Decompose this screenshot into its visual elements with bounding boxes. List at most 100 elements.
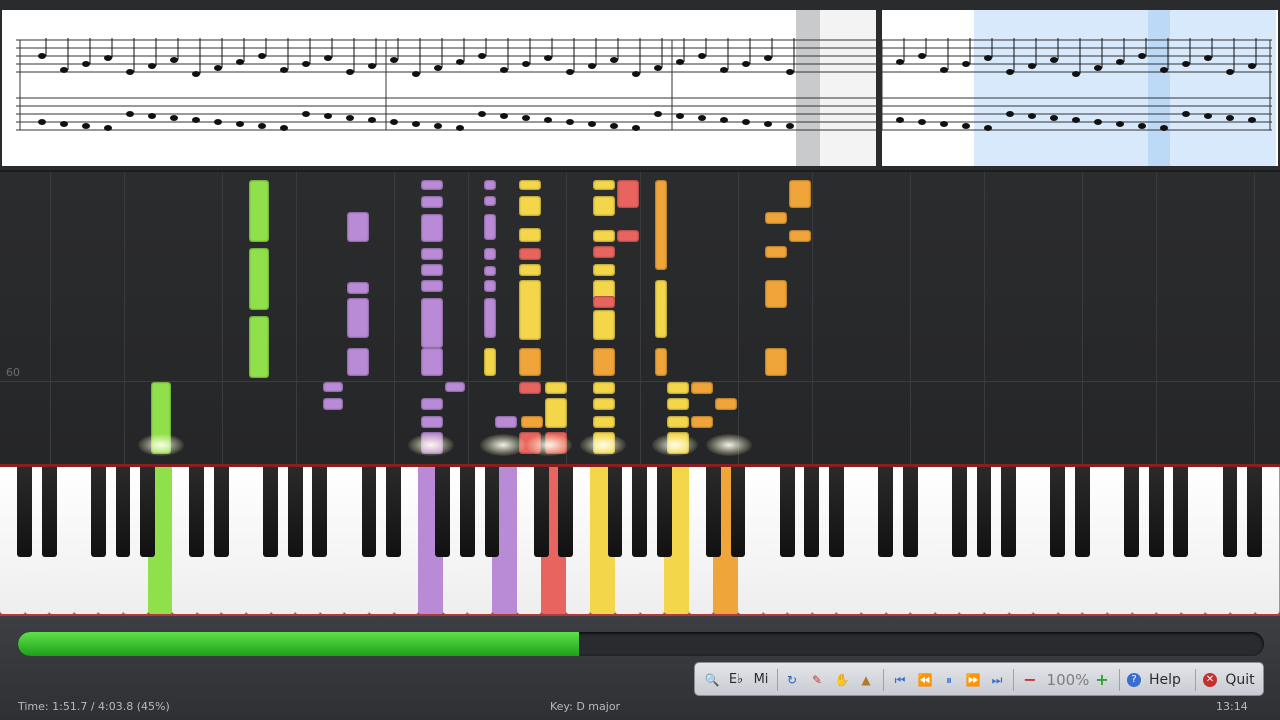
quit-button[interactable]: Quit	[1223, 671, 1257, 689]
minus-icon[interactable]: −	[1021, 671, 1039, 689]
skip-start-icon[interactable]: ⏮	[891, 671, 909, 689]
black-key[interactable]	[779, 467, 795, 557]
falling-note	[593, 296, 615, 308]
black-key[interactable]	[41, 467, 57, 557]
black-key[interactable]	[1050, 467, 1066, 557]
pause-icon[interactable]: ⏸	[940, 671, 958, 689]
plus-icon[interactable]: +	[1093, 671, 1111, 689]
help-icon[interactable]: ?	[1127, 673, 1141, 687]
black-key[interactable]	[17, 467, 32, 557]
transpose-eb-button[interactable]: E♭	[725, 671, 747, 689]
falling-note	[765, 348, 787, 376]
black-key[interactable]	[287, 467, 303, 557]
falling-note	[617, 180, 639, 208]
falling-note	[593, 264, 615, 276]
falling-note	[519, 228, 541, 242]
falling-note	[655, 280, 667, 338]
clock: 13:14	[1216, 700, 1248, 713]
pitch-label: 60	[6, 366, 20, 379]
metronome-icon[interactable]: ▲	[857, 671, 875, 689]
falling-note	[421, 348, 443, 376]
falling-note	[519, 180, 541, 190]
falling-note	[617, 230, 639, 242]
black-key[interactable]	[484, 467, 500, 557]
sheet-music-score	[16, 10, 1276, 166]
falling-note	[421, 416, 443, 428]
falling-note	[593, 348, 615, 376]
black-key[interactable]	[115, 467, 131, 557]
black-key[interactable]	[1173, 467, 1189, 557]
falling-note	[484, 196, 496, 206]
rewind-icon[interactable]: ⏪	[916, 671, 934, 689]
quit-icon[interactable]: ✕	[1203, 673, 1217, 687]
black-key[interactable]	[952, 467, 967, 557]
magnifier-icon[interactable]: 🔍	[703, 671, 721, 689]
falling-note	[519, 248, 541, 260]
black-key[interactable]	[263, 467, 278, 557]
undo-icon[interactable]: ↻	[783, 671, 801, 689]
falling-note	[484, 214, 496, 240]
falling-note	[421, 196, 443, 208]
falling-note	[484, 248, 496, 260]
control-panel: 🔍 E♭ Mi ↻ ✎ ✋ ▲ ⏮ ⏪ ⏸ ⏩ ⏭ − 100% + ? Hel…	[0, 616, 1280, 720]
black-key[interactable]	[632, 467, 647, 557]
falling-note	[421, 248, 443, 260]
falling-note	[421, 180, 443, 190]
song-progress-bar[interactable]	[18, 632, 1264, 656]
key-hit-glow	[480, 434, 526, 456]
black-key[interactable]	[312, 467, 328, 557]
black-key[interactable]	[189, 467, 205, 557]
falling-note	[593, 230, 615, 242]
black-key[interactable]	[1124, 467, 1139, 557]
skip-end-icon[interactable]: ⏭	[988, 671, 1006, 689]
black-key[interactable]	[1247, 467, 1262, 557]
pen-icon[interactable]: ✎	[808, 671, 826, 689]
fast-forward-icon[interactable]: ⏩	[964, 671, 982, 689]
black-key[interactable]	[558, 467, 574, 557]
black-key[interactable]	[976, 467, 992, 557]
falling-note	[519, 196, 541, 216]
black-key[interactable]	[656, 467, 672, 557]
falling-note	[484, 266, 496, 276]
black-key[interactable]	[730, 467, 746, 557]
black-key[interactable]	[386, 467, 401, 557]
key-hit-glow	[526, 434, 572, 456]
black-key[interactable]	[902, 467, 918, 557]
black-key[interactable]	[804, 467, 820, 557]
black-key[interactable]	[829, 467, 844, 557]
falling-note	[545, 398, 567, 428]
black-key[interactable]	[140, 467, 155, 557]
black-key[interactable]	[607, 467, 623, 557]
help-button[interactable]: Help	[1147, 671, 1183, 689]
falling-note	[484, 280, 496, 292]
page-gutter	[796, 10, 820, 166]
black-key[interactable]	[878, 467, 893, 557]
playback-toolbar: 🔍 E♭ Mi ↻ ✎ ✋ ▲ ⏮ ⏪ ⏸ ⏩ ⏭ − 100% + ? Hel…	[694, 662, 1264, 696]
black-key[interactable]	[1001, 467, 1016, 557]
hand-icon[interactable]: ✋	[833, 671, 851, 689]
falling-note	[715, 398, 737, 410]
black-key[interactable]	[435, 467, 451, 557]
falling-note	[593, 196, 615, 216]
black-key[interactable]	[91, 467, 106, 557]
falling-note	[593, 382, 615, 394]
falling-note	[249, 316, 269, 378]
black-key[interactable]	[214, 467, 229, 557]
falling-note	[445, 382, 465, 392]
black-key[interactable]	[460, 467, 475, 557]
falling-note	[765, 212, 787, 224]
black-key[interactable]	[1148, 467, 1164, 557]
black-key[interactable]	[361, 467, 377, 557]
falling-note	[421, 280, 443, 292]
falling-note	[789, 230, 811, 242]
note-label-mi-button[interactable]: Mi	[751, 671, 771, 689]
falling-note	[593, 398, 615, 410]
falling-note	[421, 214, 443, 242]
black-key[interactable]	[1222, 467, 1238, 557]
playback-time: Time: 1:51.7 / 4:03.8 (45%)	[18, 700, 170, 713]
falling-note	[421, 264, 443, 276]
black-key[interactable]	[533, 467, 549, 557]
key-hit-glow	[138, 434, 184, 456]
black-key[interactable]	[1075, 467, 1090, 557]
black-key[interactable]	[706, 467, 721, 557]
